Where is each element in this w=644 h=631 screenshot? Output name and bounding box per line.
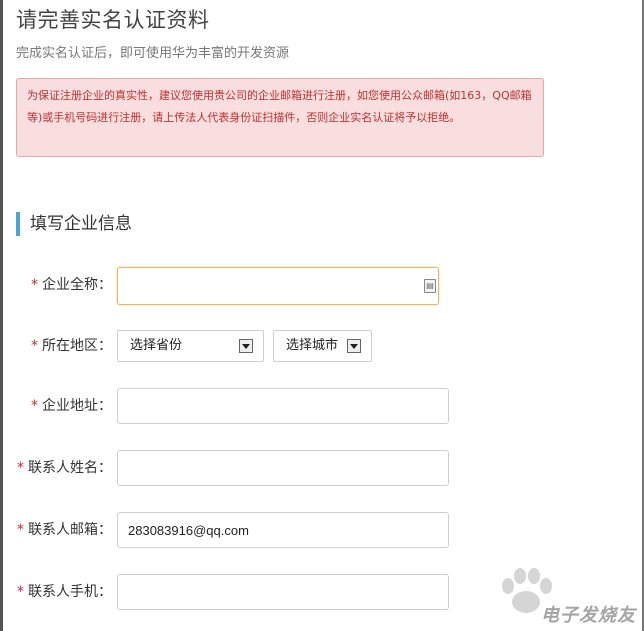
contact-card-icon[interactable]: ▤ <box>424 279 436 293</box>
required-mark: * <box>17 522 24 538</box>
company-name-input[interactable] <box>117 267 439 305</box>
warning-alert-text: 为保证注册企业的真实性，建议您使用贵公司的企业邮箱进行注册，如您使用公众邮箱(如… <box>27 89 532 124</box>
contact-phone-input[interactable] <box>117 574 449 610</box>
chevron-down-icon[interactable] <box>347 339 361 353</box>
watermark-text: 电子发烧友 <box>541 605 636 626</box>
required-mark: * <box>17 584 24 600</box>
province-select[interactable]: 选择省份 <box>117 330 264 362</box>
province-select-value: 选择省份 <box>130 338 183 353</box>
chevron-down-icon[interactable] <box>239 339 253 353</box>
contact-email-input[interactable] <box>117 512 449 548</box>
contact-phone-label: * 联系人手机： <box>17 584 112 600</box>
warning-alert: 为保证注册企业的真实性，建议您使用贵公司的企业邮箱进行注册，如您使用公众邮箱(如… <box>16 78 544 157</box>
company-name-label: * 企业全称： <box>31 277 112 293</box>
page-title: 请完善实名认证资料 <box>16 8 210 32</box>
company-address-input[interactable] <box>117 388 449 424</box>
section-title: 填写企业信息 <box>16 212 132 236</box>
required-mark: * <box>17 460 24 476</box>
city-select-value: 选择城市 <box>286 338 339 353</box>
contact-name-input[interactable] <box>117 450 449 486</box>
contact-name-label: * 联系人姓名： <box>17 460 112 476</box>
region-label: * 所在地区： <box>31 338 112 354</box>
required-mark: * <box>31 338 38 354</box>
contact-email-label: * 联系人邮箱： <box>17 522 112 538</box>
page-subtitle: 完成实名认证后，即可使用华为丰富的开发资源 <box>16 46 290 61</box>
required-mark: * <box>31 398 38 414</box>
company-address-label: * 企业地址： <box>31 398 112 414</box>
city-select[interactable]: 选择城市 <box>273 330 372 362</box>
required-mark: * <box>31 277 38 293</box>
